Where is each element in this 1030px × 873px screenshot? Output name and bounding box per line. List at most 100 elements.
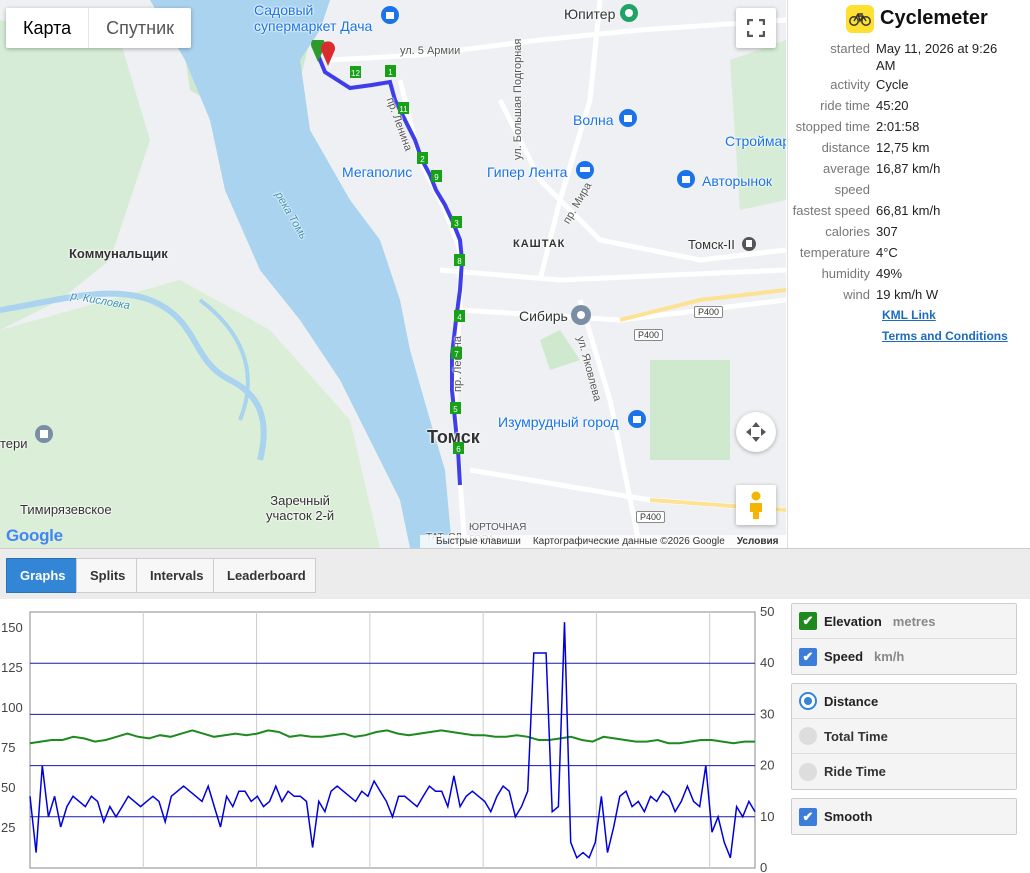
x-axis-radio-group: Distance Total Time Ride Time (791, 683, 1017, 790)
kml-link[interactable]: KML Link (882, 305, 1030, 326)
stat-label: temperature (799, 245, 870, 260)
road-badge-r400-b: Р400 (634, 329, 664, 341)
pegman-icon (750, 491, 762, 519)
map-label-volna[interactable]: Волна (573, 112, 614, 128)
route-start-end-pin-icon[interactable] (310, 40, 338, 70)
stat-label: fastest speed (792, 203, 870, 218)
ride-stats-table: started May 11, 2026 at 9:26 AM activity C… (788, 38, 1030, 305)
split-marker-12-icon[interactable]: 12 (350, 66, 362, 80)
stat-value: 12,75 km (876, 140, 930, 155)
stat-row-activity: activity Cycle (788, 74, 1030, 95)
map-label-sibir[interactable]: Сибирь (519, 308, 568, 324)
elevation-unit: metres (892, 613, 936, 629)
svg-text:2: 2 (420, 155, 425, 164)
split-marker-2-icon[interactable]: 2 (417, 152, 429, 166)
fullscreen-button[interactable] (736, 8, 776, 48)
y-left-tick-label: 75 (1, 740, 15, 755)
museum-pin-icon[interactable] (34, 424, 54, 444)
app-header: Cyclemeter (788, 0, 1030, 34)
checkbox-checked-icon: ✔ (799, 612, 817, 630)
split-marker-8-icon[interactable]: 8 (454, 254, 466, 268)
stat-label: calories (825, 224, 870, 239)
tab-leaderboard[interactable]: Leaderboard (213, 558, 316, 593)
y-right-tick-label: 40 (760, 655, 774, 670)
street-view-button[interactable] (736, 485, 776, 525)
svg-text:8: 8 (457, 257, 462, 266)
split-marker-3-icon[interactable]: 3 (451, 216, 463, 230)
train-icon[interactable] (741, 236, 757, 252)
stat-value: 4°C (876, 245, 898, 260)
svg-text:7: 7 (454, 350, 459, 359)
place-pin-icon[interactable] (570, 304, 592, 326)
smooth-toggle[interactable]: ✔ Smooth (792, 799, 1016, 834)
tab-splits[interactable]: Splits (76, 558, 137, 593)
total-time-label: Total Time (824, 728, 888, 744)
shopping-pin-icon[interactable] (676, 169, 696, 189)
stat-value: 2:01:58 (876, 119, 920, 134)
y-left-tick-label: 50 (1, 780, 15, 795)
terms-link[interactable]: Terms and Conditions (882, 326, 1030, 347)
shopping-pin-icon[interactable] (627, 409, 647, 429)
split-marker-11-icon[interactable]: 11 (398, 102, 410, 116)
camera-control-button[interactable] (736, 412, 776, 452)
place-pin-icon[interactable] (619, 3, 639, 23)
stat-row-temperature: temperature 4°C (788, 242, 1030, 263)
shopping-pin-icon[interactable] (618, 108, 638, 128)
stat-value: 45:20 (876, 98, 909, 113)
total-time-radio[interactable]: Total Time (792, 719, 1016, 754)
split-marker-4-icon[interactable]: 4 (454, 310, 466, 324)
y-left-tick-label: 125 (1, 660, 23, 675)
ride-info-panel: Cyclemeter started May 11, 2026 at 9:26 A… (787, 0, 1030, 548)
ride-graph[interactable]: 150 125 100 75 50 25 50 40 30 20 10 0 (0, 600, 786, 873)
app-title: Cyclemeter (880, 7, 988, 29)
y-left-tick-label: 100 (1, 700, 23, 715)
svg-text:6: 6 (456, 445, 461, 454)
speed-toggle[interactable]: ✔ Speed km/h (792, 639, 1016, 674)
split-marker-9-icon[interactable]: 9 (431, 170, 443, 184)
svg-text:11: 11 (399, 105, 408, 114)
split-marker-6-icon[interactable]: 6 (453, 442, 465, 456)
route-map[interactable]: Садовый супермаркет Дача Юпитер Волна Ст… (0, 0, 786, 548)
keyboard-shortcuts-link[interactable]: Быстрые клавиши (436, 536, 521, 547)
distance-radio[interactable]: Distance (792, 684, 1016, 719)
tab-intervals[interactable]: Intervals (136, 558, 214, 593)
elevation-label: Elevation (824, 613, 882, 629)
map-label-jupiter[interactable]: Юпитер (564, 6, 615, 22)
tab-graphs[interactable]: Graphs (6, 558, 77, 593)
map-label-avtorynok[interactable]: Авторынок (702, 173, 772, 189)
y-right-tick-label: 10 (760, 809, 774, 824)
map-terms-link[interactable]: Условия (737, 536, 779, 547)
shopping-pin-icon[interactable] (380, 5, 400, 25)
split-marker-5-icon[interactable]: 5 (450, 402, 462, 416)
map-type-map-button[interactable]: Карта (6, 8, 90, 48)
map-label-tomsk2[interactable]: Томск-II (688, 237, 735, 252)
svg-text:3: 3 (454, 219, 459, 228)
stat-label: distance (821, 140, 870, 155)
map-label-lenta[interactable]: Гипер Лента (487, 164, 567, 180)
stat-value: 16,87 km/h (876, 161, 941, 176)
stat-row-distance: distance 12,75 km (788, 137, 1030, 158)
map-footer: Быстрые клавиши Картографические данные … (420, 535, 786, 548)
split-marker-7-icon[interactable]: 7 (451, 347, 463, 361)
map-type-satellite-button[interactable]: Спутник (89, 8, 191, 48)
map-label-stroymar[interactable]: Строймар (725, 133, 786, 149)
map-label-izumrudny[interactable]: Изумрудный город (498, 414, 619, 430)
stat-row-average-speed: average speed 16,87 km/h (788, 158, 1030, 200)
split-marker-1-icon[interactable]: 1 (385, 65, 397, 79)
ride-time-radio[interactable]: Ride Time (792, 754, 1016, 789)
svg-text:9: 9 (434, 173, 439, 182)
y-left-tick-label: 25 (1, 820, 15, 835)
map-label-supermarket[interactable]: Садовый супермаркет Дача (254, 2, 372, 34)
stat-value: 66,81 km/h (876, 203, 941, 218)
stat-row-ride-time: ride time 45:20 (788, 95, 1030, 116)
road-badge-r400-c: Р400 (636, 511, 666, 523)
stat-row-humidity: humidity 49% (788, 263, 1030, 284)
cart-pin-icon[interactable] (575, 160, 595, 180)
stat-label: ride time (820, 98, 870, 113)
stat-row-fastest-speed: fastest speed 66,81 km/h (788, 200, 1030, 221)
y-left-tick-label: 150 (1, 620, 23, 635)
smooth-group: ✔ Smooth (791, 798, 1017, 835)
y-right-tick-label: 0 (760, 860, 767, 873)
elevation-toggle[interactable]: ✔ Elevation metres (792, 604, 1016, 639)
map-label-megapolis[interactable]: Мегаполис (342, 164, 412, 180)
